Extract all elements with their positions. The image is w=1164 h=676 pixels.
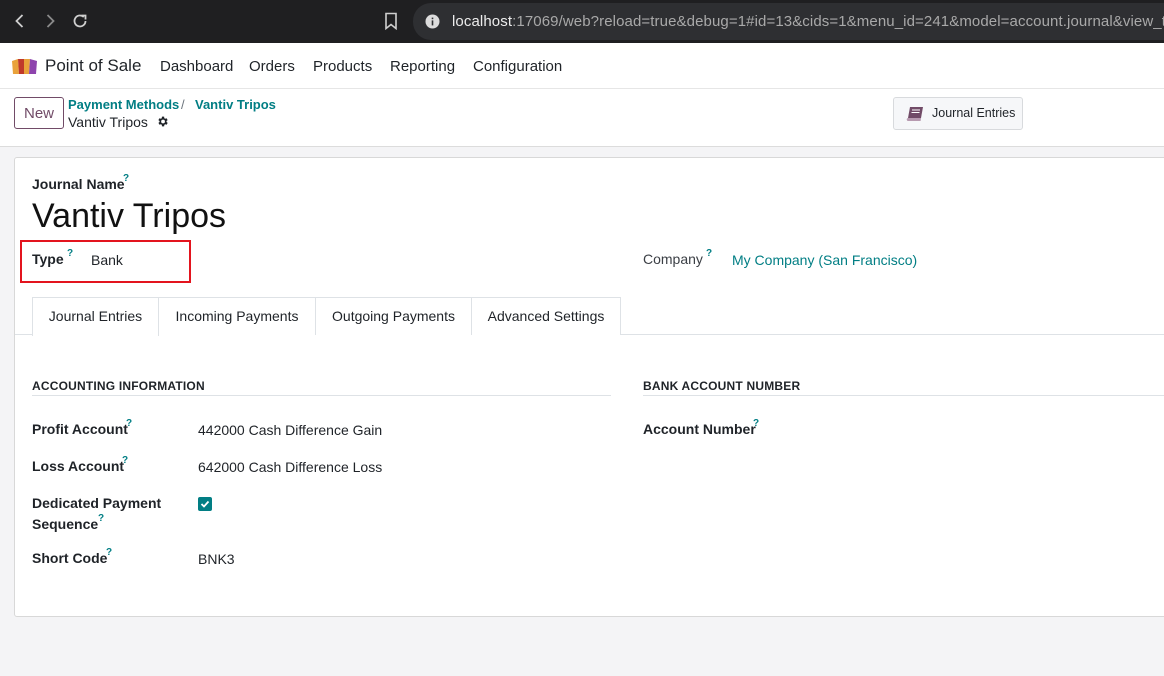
- gear-icon[interactable]: [156, 115, 169, 128]
- company-help[interactable]: ?: [706, 248, 712, 259]
- breadcrumb-vantiv-tripos[interactable]: Vantiv Tripos: [195, 97, 276, 112]
- new-button[interactable]: New: [14, 97, 64, 129]
- accounting-section-divider: [32, 395, 611, 396]
- app-title[interactable]: Point of Sale: [45, 56, 141, 76]
- control-panel: New Payment Methods / Vantiv Tripos Vant…: [0, 89, 1164, 147]
- profit-account-label: Profit Account: [32, 421, 128, 437]
- journal-name-help[interactable]: ?: [123, 173, 129, 184]
- site-info-icon[interactable]: [425, 14, 440, 29]
- form-sheet: Journal Name ? Vantiv Tripos Type ? Bank…: [14, 157, 1164, 617]
- type-highlight-box: [20, 240, 191, 283]
- tab-advanced-settings[interactable]: Advanced Settings: [472, 297, 621, 335]
- dedicated-sequence-label-line1: Dedicated Payment: [32, 495, 162, 511]
- menu-configuration[interactable]: Configuration: [473, 58, 562, 75]
- short-code-label: Short Code: [32, 550, 108, 566]
- journal-name-field[interactable]: Vantiv Tripos: [32, 197, 226, 236]
- profit-account-help[interactable]: ?: [126, 418, 132, 429]
- loss-account-label: Loss Account: [32, 458, 125, 474]
- tab-outgoing-payments[interactable]: Outgoing Payments: [316, 297, 472, 335]
- menu-products[interactable]: Products: [313, 58, 372, 75]
- bank-section-divider: [643, 395, 1164, 396]
- notebook-tabs: Journal Entries Incoming Payments Outgoi…: [15, 297, 1164, 336]
- loss-account-help[interactable]: ?: [122, 455, 128, 466]
- tab-incoming-payments[interactable]: Incoming Payments: [159, 297, 316, 335]
- forward-icon[interactable]: [40, 11, 60, 31]
- url-host: localhost: [452, 13, 513, 30]
- breadcrumb-separator: /: [181, 97, 185, 112]
- browser-toolbar: localhost:17069/web?reload=true&debug=1#…: [0, 0, 1164, 43]
- account-number-label: Account Number: [643, 421, 756, 437]
- bank-section-title: BANK ACCOUNT NUMBER: [643, 379, 801, 393]
- breadcrumb-payment-methods[interactable]: Payment Methods: [68, 97, 179, 112]
- company-label: Company: [643, 251, 703, 267]
- profit-account-field[interactable]: 442000 Cash Difference Gain: [198, 422, 382, 438]
- journal-entries-button[interactable]: Journal Entries: [893, 97, 1023, 130]
- dedicated-sequence-label-line2: Sequence: [32, 516, 99, 532]
- bookmark-icon[interactable]: [383, 12, 399, 31]
- back-icon[interactable]: [10, 11, 30, 31]
- menu-dashboard[interactable]: Dashboard: [160, 58, 233, 75]
- tab-journal-entries[interactable]: Journal Entries: [32, 297, 159, 336]
- url-path: :17069/web?reload=true&debug=1#id=13&cid…: [512, 13, 1164, 30]
- account-number-help[interactable]: ?: [753, 418, 759, 429]
- short-code-field[interactable]: BNK3: [198, 551, 235, 567]
- pos-app-icon[interactable]: [11, 58, 38, 75]
- address-bar[interactable]: localhost:17069/web?reload=true&debug=1#…: [413, 3, 1164, 40]
- short-code-help[interactable]: ?: [106, 547, 112, 558]
- dedicated-sequence-checkbox[interactable]: [198, 497, 212, 511]
- dedicated-sequence-help[interactable]: ?: [98, 513, 104, 524]
- company-field[interactable]: My Company (San Francisco): [732, 252, 917, 268]
- accounting-section-title: ACCOUNTING INFORMATION: [32, 379, 205, 393]
- app-navbar: Point of Sale Dashboard Orders Products …: [0, 43, 1164, 89]
- menu-reporting[interactable]: Reporting: [390, 58, 455, 75]
- reload-icon[interactable]: [70, 11, 90, 31]
- journal-name-label: Journal Name: [32, 176, 125, 192]
- journal-entries-label: Journal Entries: [932, 106, 1016, 120]
- menu-orders[interactable]: Orders: [249, 58, 295, 75]
- book-icon: [906, 106, 925, 122]
- current-record-name: Vantiv Tripos: [68, 114, 148, 130]
- loss-account-field[interactable]: 642000 Cash Difference Loss: [198, 459, 382, 475]
- url-text: localhost:17069/web?reload=true&debug=1#…: [452, 13, 1164, 30]
